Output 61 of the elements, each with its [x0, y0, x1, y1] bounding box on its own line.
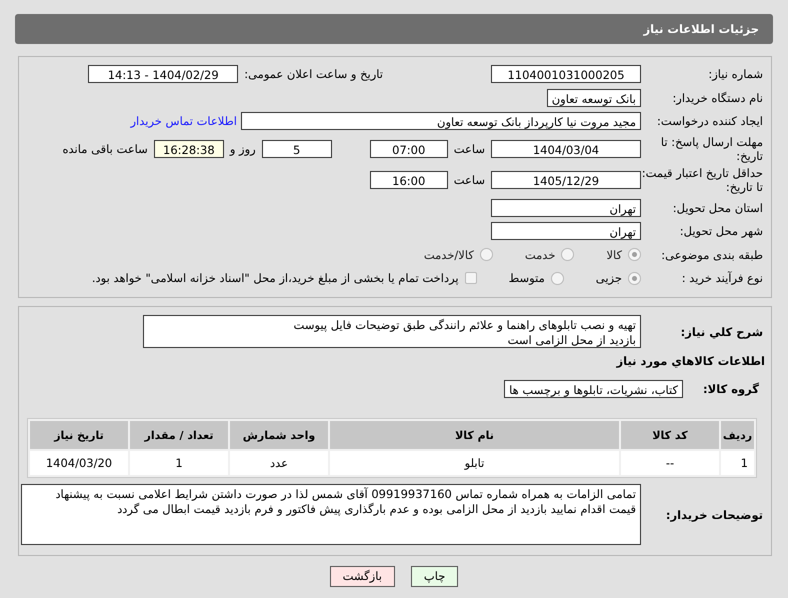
checkbox-label: پرداخت تمام یا بخشی از مبلغ خرید،از محل "اسناد خزانه اسلامی" خواهد بود.: [92, 271, 459, 285]
column-header: واحد شمارش: [230, 421, 328, 449]
days-field[interactable]: 5: [262, 140, 332, 158]
goods-group-field[interactable]: کتاب، نشریات، تابلوها و برچسب ها: [504, 380, 683, 398]
field-label: ساعت باقی مانده: [62, 142, 148, 156]
radio-label: خدمت: [524, 248, 556, 262]
column-header: کد کالا: [621, 421, 719, 449]
field-label: شرح کلي نياز:: [680, 324, 764, 338]
field-label: شهر محل تحویل:: [678, 224, 764, 238]
table-cell: عدد: [230, 451, 328, 475]
field-label: تاریخ و ساعت اعلان عمومی:: [244, 67, 383, 81]
response-time-field[interactable]: 07:00: [370, 140, 448, 158]
field-label: طبقه بندی موضوعی:: [660, 248, 764, 262]
table-cell: --: [621, 451, 719, 475]
column-header: تاریخ نیاز: [30, 421, 128, 449]
validity-time-field[interactable]: 16:00: [370, 171, 448, 189]
table-cell: تابلو: [330, 451, 619, 475]
field-label: گروه کالا:: [702, 382, 760, 396]
field-label: نام دستگاه خریدار:: [671, 90, 764, 104]
buyer-contact-link[interactable]: اطلاعات تماس خریدار: [130, 114, 237, 128]
column-header: تعداد / مقدار: [130, 421, 228, 449]
print-button[interactable]: چاپ: [410, 566, 458, 586]
requester-field[interactable]: مجید مروت نیا کارپرداز بانک توسعه تعاون: [241, 112, 641, 130]
field-label: مهلت ارسال پاسخ: تا تاریخ:: [660, 134, 764, 162]
field-label: ساعت: [454, 142, 485, 156]
page-title-bar: جزئیات اطلاعات نیاز: [15, 14, 773, 44]
radio-button[interactable]: [480, 248, 493, 261]
description-textarea[interactable]: تهیه و نصب تابلوهای راهنما و علائم رانندگی طبق توضیحات فایل پیوست بازدید از محل الزامی است: [143, 315, 641, 348]
field-label: نوع فرآیند خرید :: [680, 271, 764, 285]
response-date-field[interactable]: 1404/03/04: [491, 140, 641, 158]
buyer-notes-textarea[interactable]: تمامی الزامات به همراه شماره تماس 09919937160 آقای شمس لذا در صورت داشتن شرایط اعلامی نسبت به پیشنهاد قیمت اقدام نمایید بازدید از محل الزامی بوده و عدم بارگذاری پیش فاکتور و فرم بازدید قیمت ابطال می گردد: [21, 484, 641, 545]
field-label: حداقل تاریخ اعتبار قیمت: تا تاریخ:: [641, 166, 764, 194]
back-button[interactable]: بازگشت: [330, 566, 395, 586]
field-label: روز و: [230, 142, 256, 156]
radio-button[interactable]: [628, 272, 641, 284]
remaining-time-field[interactable]: 16:28:38: [154, 140, 224, 158]
radio-label: کالا/خدمت: [424, 248, 474, 262]
section-heading: اطلاعات کالاهاي مورد نياز: [615, 354, 766, 368]
column-header: ردیف: [721, 421, 754, 449]
radio-label: متوسط: [508, 271, 545, 285]
radio-button[interactable]: [561, 248, 574, 261]
field-label: ساعت: [454, 173, 485, 187]
radio-button[interactable]: [628, 248, 641, 261]
field-label: شماره نیاز:: [707, 67, 764, 81]
field-label: استان محل تحویل:: [672, 200, 764, 214]
validity-date-field[interactable]: 1405/12/29: [491, 171, 641, 189]
announce-date-field[interactable]: 1404/02/29 - 14:13: [88, 65, 238, 83]
buyer-org-field[interactable]: بانک توسعه تعاون: [546, 88, 641, 106]
table-cell: 1: [721, 451, 754, 475]
city-field[interactable]: تهران: [491, 222, 641, 240]
radio-button[interactable]: [550, 272, 564, 284]
field-label: توضیحات خریدار:: [664, 508, 764, 522]
need-number-field[interactable]: 1104001031000205: [491, 65, 641, 83]
table-cell: 1: [130, 451, 228, 475]
field-label: ایجاد کننده درخواست:: [656, 114, 764, 128]
column-header: نام کالا: [330, 421, 619, 449]
province-field[interactable]: تهران: [491, 198, 641, 216]
checkbox[interactable]: [464, 272, 477, 284]
table-cell: 1404/03/20: [30, 451, 128, 475]
radio-label: جزیی: [596, 271, 622, 285]
radio-label: کالا: [606, 248, 622, 262]
